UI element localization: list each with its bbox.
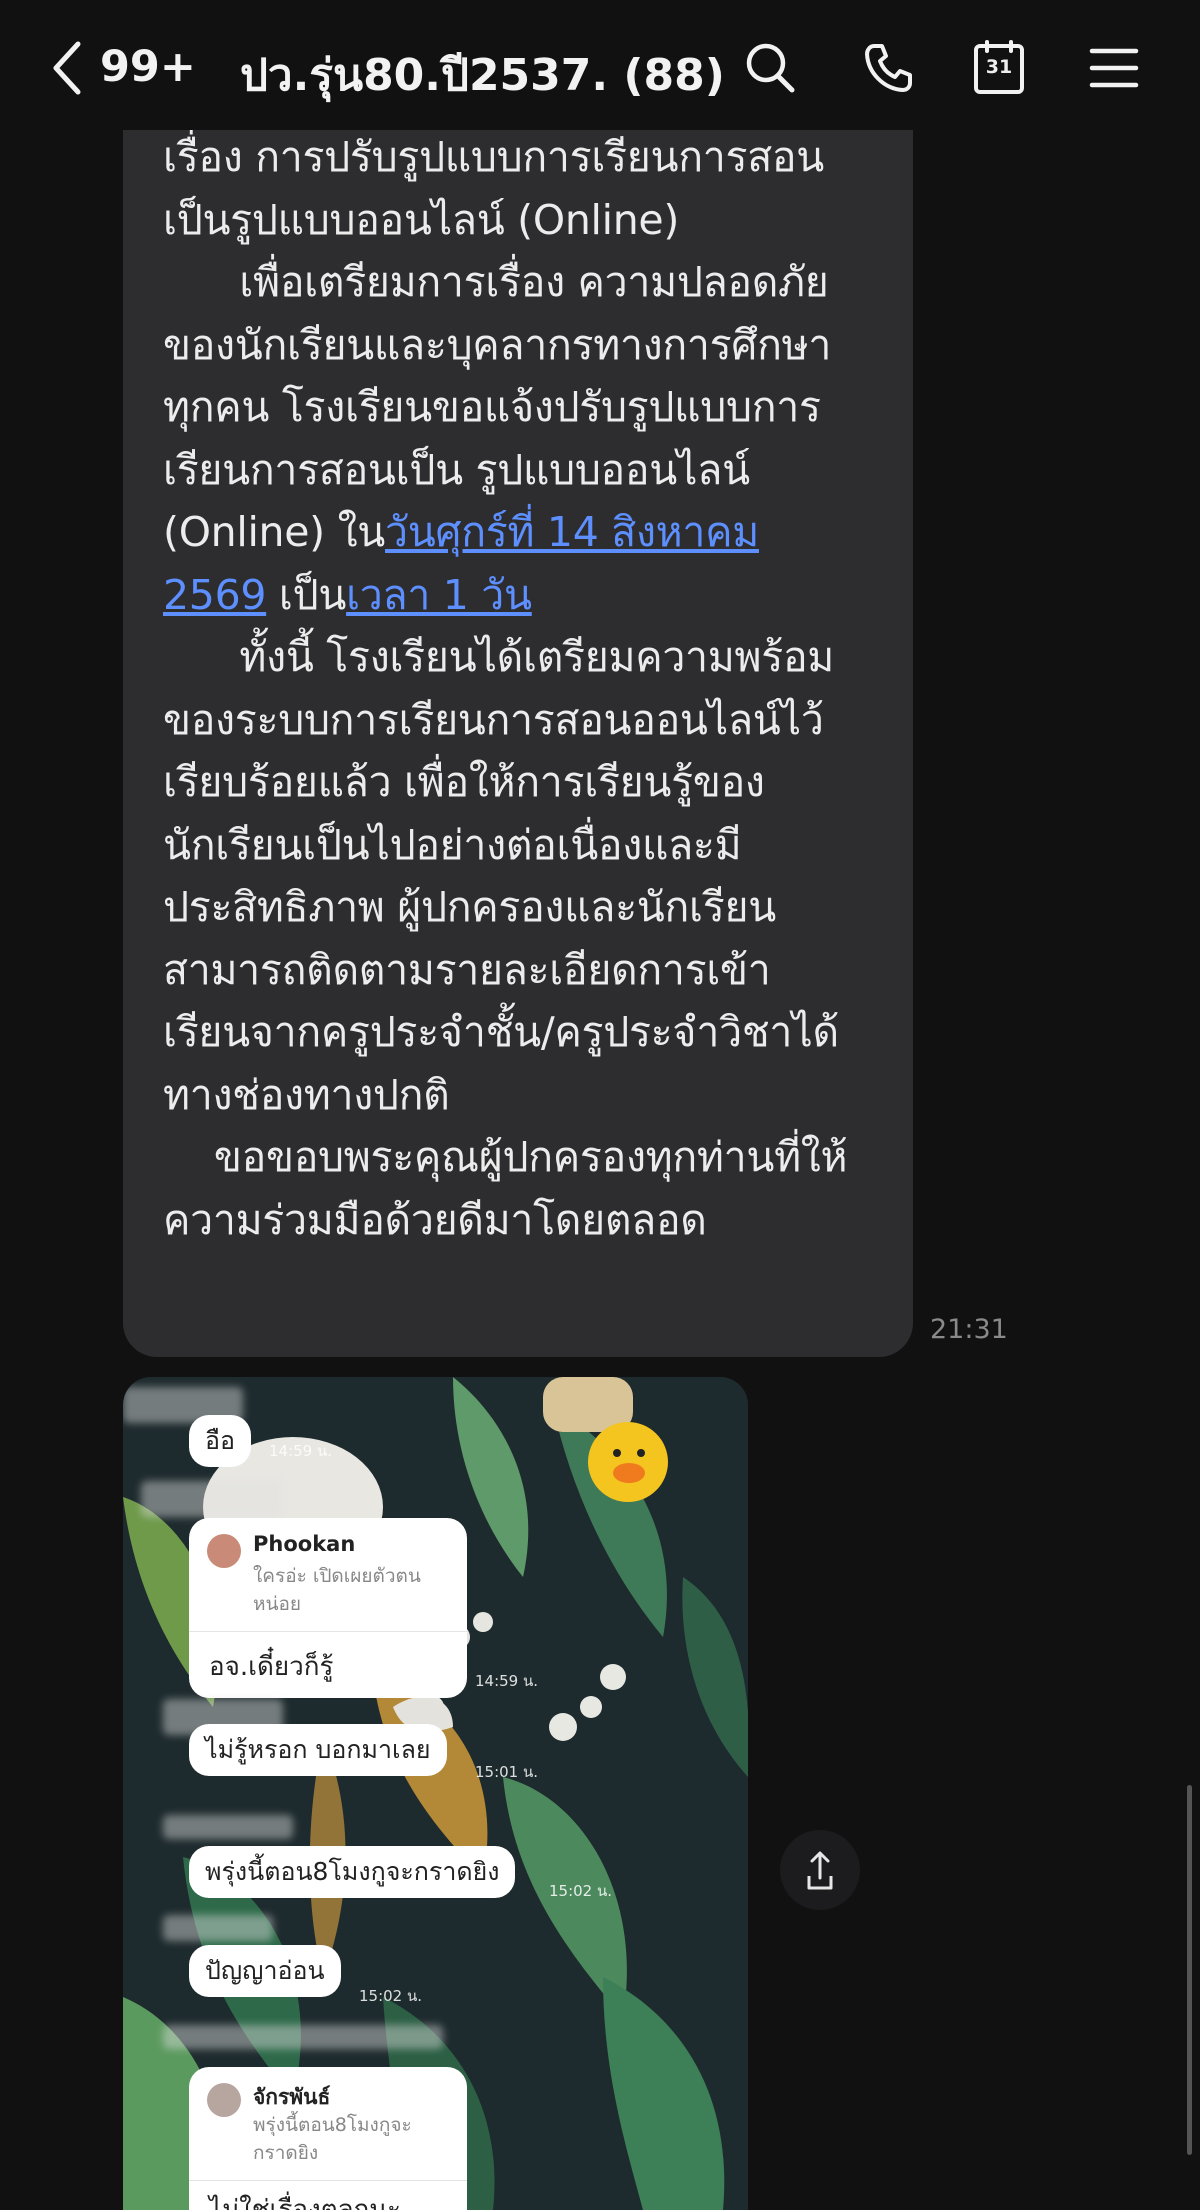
quoted-reply-card: Phookan ใครอ่ะ เปิดเผยตัวตน หน่อย อจ.เดี…: [189, 1518, 467, 1698]
chat-message-time: 15:01 น.: [475, 1763, 539, 1781]
share-icon: [807, 1851, 833, 1890]
message-line: ทุกคน โรงเรียนขอแจ้งปรับรูปแบบการ: [163, 383, 821, 431]
calendar-day: 31: [985, 56, 1013, 78]
chat-message-time: 14:59 น.: [475, 1672, 539, 1690]
chat-screenshot-image[interactable]: อือ 14:59 น. Phookan ใครอ่ะ เปิดเผยตัวตน…: [123, 1377, 748, 2210]
calendar-icon[interactable]: 31: [973, 40, 1025, 96]
message-line: ของนักเรียนและบุคลากรทางการศึกษา: [163, 320, 832, 369]
search-icon[interactable]: [742, 40, 798, 96]
quoted-sender-name: Phookan: [253, 1532, 356, 1556]
chat-message-time: 14:59 น.: [269, 1442, 333, 1460]
menu-icon[interactable]: [1086, 40, 1142, 96]
duration-link[interactable]: เวลา 1 วัน: [346, 571, 532, 619]
chat-message: อือ: [189, 1415, 252, 1467]
blurred-sender-name: [141, 1481, 281, 1517]
message-line: (Online) ใน: [163, 508, 386, 556]
message-time: 21:31: [930, 1314, 1008, 1345]
message-line: ทางช่องทางปกติ: [163, 1070, 450, 1119]
chat-message: พรุ่งนี้ตอน8โมงกูจะกราดยิง: [189, 1846, 516, 1898]
chat-message-time: 15:02 น.: [549, 1882, 613, 1900]
quoted-text: ใครอ่ะ เปิดเผยตัวตน หน่อย: [253, 1565, 421, 1615]
blurred-sender-name: [163, 1815, 293, 1839]
chat-header: 99+ ปว.รุ่น80.ปี2537. (88) 31: [0, 0, 1200, 130]
message-line: เรียนการสอนเป็น รูปแบบออนไลน์: [163, 445, 750, 494]
chat-message-time: 15:02 น.: [359, 1987, 423, 2005]
message-line: ประสิทธิภาพ ผู้ปกครองและนักเรียน: [163, 883, 776, 931]
quoted-sender-name: จักรพันธ์: [253, 2085, 331, 2109]
date-link[interactable]: วันศุกร์ที่ 14 สิงหาคม: [385, 508, 759, 556]
blurred-sender-name: [163, 2025, 443, 2049]
message-text: เรื่อง การปรับรูปแบบการเรียนการสอน เป็นร…: [163, 126, 903, 1251]
message-line: เป็น: [266, 570, 347, 619]
message-line: นักเรียนเป็นไปอย่างต่อเนื่องและมี: [163, 820, 742, 869]
message-line: เรียนจากครูประจำชั้น/ครูประจำวิชาได้: [163, 1008, 839, 1056]
message-line: เรียบร้อยแล้ว เพื่อให้การเรียนรู้ของ: [163, 758, 765, 806]
scrollbar[interactable]: [1187, 1785, 1192, 2155]
quoted-reply-card: จักรพันธ์ พรุ่งนี้ตอน8โมงกูจะ กราดยิง ไม…: [189, 2067, 467, 2210]
message-line: เพื่อเตรียมการเรื่อง ความปลอดภัย: [163, 258, 829, 306]
share-button[interactable]: [780, 1830, 860, 1910]
phone-icon[interactable]: [860, 40, 916, 96]
chevron-left-icon[interactable]: [48, 38, 88, 98]
message-line: เรื่อง การปรับรูปแบบการเรียนการสอน: [163, 133, 824, 181]
divider: [189, 2180, 467, 2181]
reply-text: อจ.เดี๋ยวก็รู้: [209, 1652, 334, 1682]
avatar: [207, 1534, 241, 1568]
message-line: สามารถติดตามรายละเอียดการเข้า: [163, 945, 771, 994]
reply-text: ไม่ใช่เรื่องตลกนะ: [209, 2195, 402, 2210]
avatar: [207, 2083, 241, 2117]
unread-count[interactable]: 99+: [100, 42, 196, 92]
message-line: ของระบบการเรียนการสอนออนไลน์ไว้: [163, 695, 824, 744]
message-line: ขอขอบพระคุณผู้ปกครองทุกท่านที่ให้: [163, 1133, 848, 1181]
message-line: เป็นรูปแบบออนไลน์ (Online): [163, 195, 680, 244]
message-bubble[interactable]: เรื่อง การปรับรูปแบบการเรียนการสอน เป็นร…: [123, 84, 913, 1357]
blurred-sender-name: [163, 1915, 273, 1941]
chat-title[interactable]: ปว.รุ่น80.ปี2537. (88): [240, 40, 725, 110]
date-link[interactable]: 2569: [163, 571, 266, 619]
message-line: ทั้งนี้ โรงเรียนได้เตรียมความพร้อม: [163, 633, 835, 681]
chat-message: ไม่รู้หรอก บอกมาเลย: [189, 1724, 447, 1776]
divider: [189, 1631, 467, 1632]
message-line: ความร่วมมือด้วยดีมาโดยตลอด: [163, 1195, 707, 1244]
quoted-text: พรุ่งนี้ตอน8โมงกูจะ กราดยิง: [253, 2114, 412, 2164]
chat-message: ปัญญาอ่อน: [189, 1945, 341, 1997]
